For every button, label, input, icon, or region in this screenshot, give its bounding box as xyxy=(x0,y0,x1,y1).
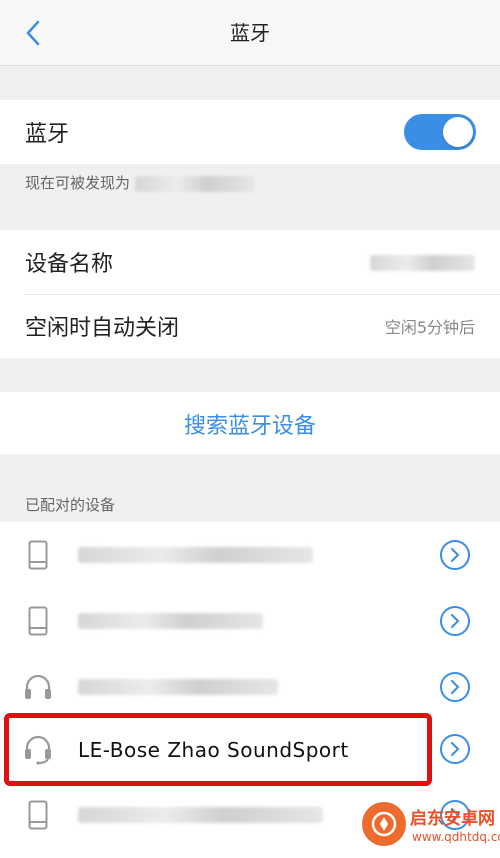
list-item[interactable] xyxy=(0,522,500,588)
chevron-right-icon xyxy=(451,742,459,756)
redacted-device-name xyxy=(134,175,255,192)
phone-icon xyxy=(22,799,54,831)
paired-section-label: 已配对的设备 xyxy=(25,496,116,514)
watermark-title: 启东安卓网 xyxy=(410,809,495,829)
auto-off-value: 空闲5分钟后 xyxy=(384,318,475,337)
bluetooth-label: 蓝牙 xyxy=(25,122,70,147)
headset-icon xyxy=(22,733,54,765)
search-card: 搜索蓝牙设备 xyxy=(0,392,500,454)
redacted-device-name xyxy=(78,679,278,695)
bluetooth-card: 蓝牙 xyxy=(0,100,500,164)
device-info-button[interactable] xyxy=(440,734,470,764)
watermark-url: www.qdhtdq.com xyxy=(412,830,500,844)
device-info-button[interactable] xyxy=(440,606,470,636)
auto-off-label: 空闲时自动关闭 xyxy=(25,316,180,341)
settings-card: 设备名称 空闲时自动关闭 空闲5分钟后 xyxy=(0,230,500,358)
chevron-right-icon xyxy=(451,548,459,562)
list-item[interactable] xyxy=(0,588,500,654)
toggle-knob xyxy=(443,117,473,147)
chevron-right-icon xyxy=(451,680,459,694)
phone-icon xyxy=(22,605,54,637)
chevron-left-icon xyxy=(26,20,40,46)
device-name: LE-Bose Zhao SoundSport xyxy=(78,738,349,762)
device-name-value xyxy=(370,253,475,272)
device-name-row[interactable]: 设备名称 xyxy=(0,230,500,294)
watermark-logo: 启东安卓网 www.qdhtdq.com xyxy=(362,800,500,856)
chevron-right-icon xyxy=(451,614,459,628)
back-button[interactable] xyxy=(18,18,48,48)
list-item[interactable]: LE-Bose Zhao SoundSport xyxy=(0,716,500,782)
bluetooth-toggle[interactable] xyxy=(404,114,476,150)
headphones-icon xyxy=(22,671,54,703)
discoverable-prefix: 现在可被发现为 xyxy=(25,174,131,192)
watermark-icon xyxy=(362,802,406,846)
redacted-device-name xyxy=(78,613,263,629)
list-item[interactable] xyxy=(0,654,500,720)
device-info-button[interactable] xyxy=(440,672,470,702)
bluetooth-row: 蓝牙 xyxy=(0,100,500,164)
redacted-device-name xyxy=(78,547,313,563)
search-bluetooth-button[interactable]: 搜索蓝牙设备 xyxy=(0,408,500,440)
phone-icon xyxy=(22,539,54,571)
device-info-button[interactable] xyxy=(440,540,470,570)
page-title: 蓝牙 xyxy=(230,21,270,45)
redacted-device-name xyxy=(78,807,323,823)
top-bar: 蓝牙 xyxy=(0,0,500,66)
discoverable-text: 现在可被发现为 xyxy=(25,172,255,193)
auto-off-row[interactable]: 空闲时自动关闭 空闲5分钟后 xyxy=(0,294,500,358)
device-name-label: 设备名称 xyxy=(25,252,114,277)
